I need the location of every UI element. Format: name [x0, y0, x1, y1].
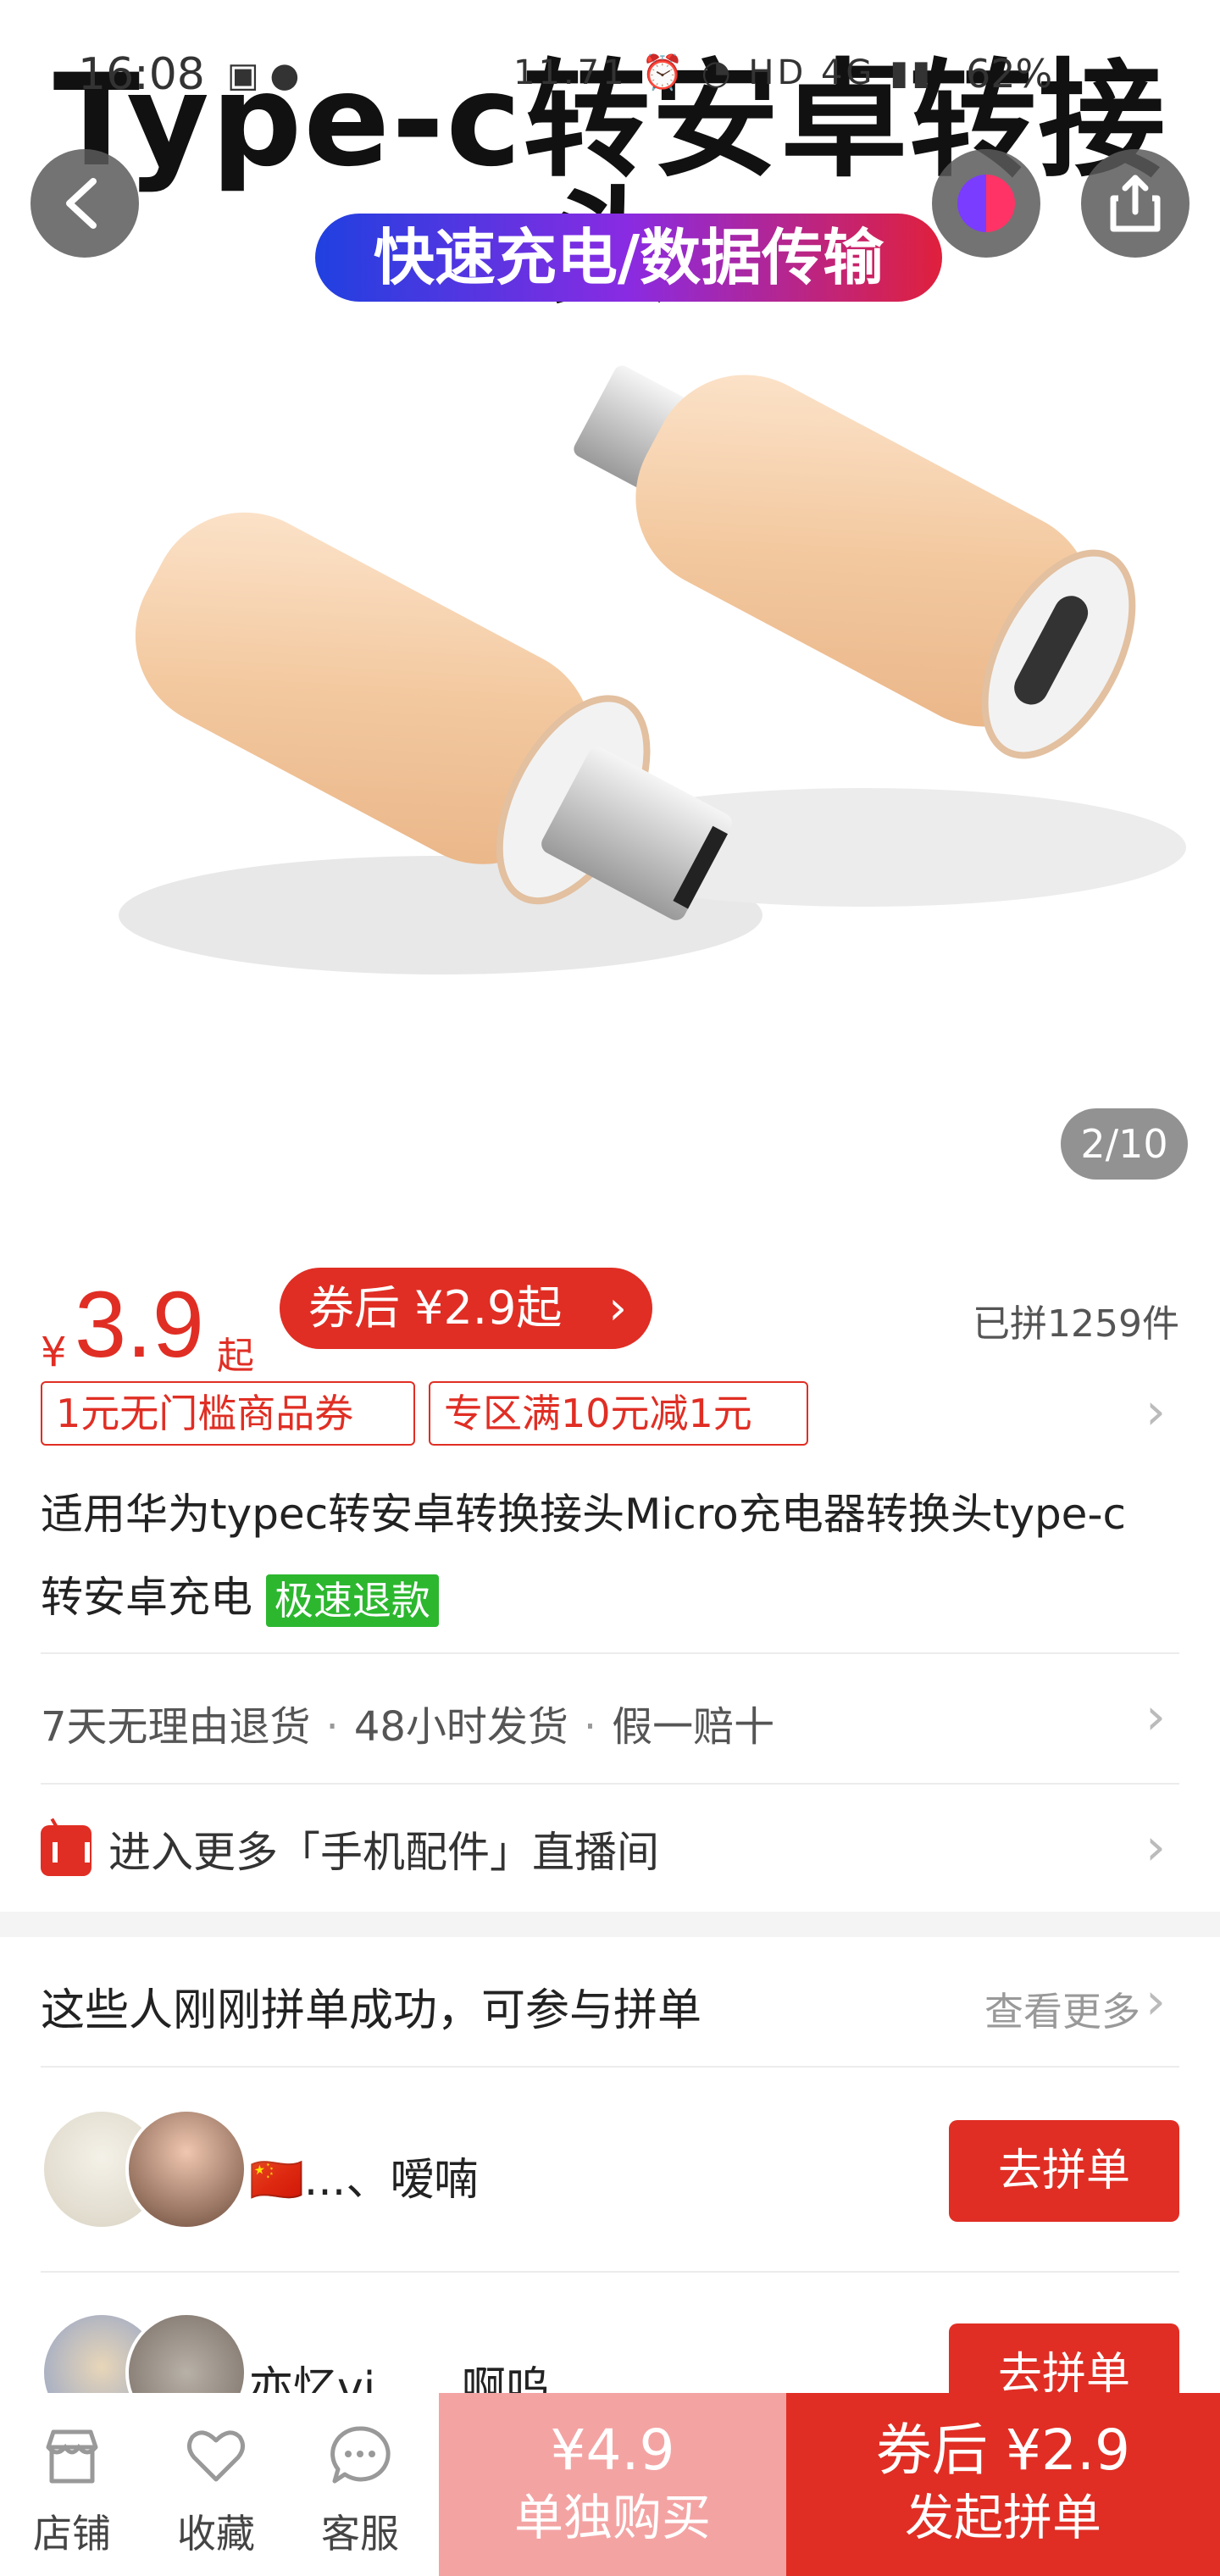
group-buy-row: 🇨🇳...、嗳喃 去拼单: [41, 2101, 1179, 2271]
service-item: 48小时发货: [353, 1703, 568, 1751]
status-time: 16:08: [78, 49, 205, 100]
solo-price: ¥4.9: [550, 2418, 675, 2483]
service-item: 7天无理由退货: [41, 1703, 311, 1751]
section-gap: [0, 1912, 1220, 1937]
chat-icon: [330, 2426, 391, 2484]
solo-action-label: 单独购买: [513, 2489, 711, 2546]
service-label: 客服: [321, 2511, 399, 2557]
refund-badge: 极速退款: [265, 1574, 439, 1627]
buy-alone-button[interactable]: ¥4.9 单独购买: [439, 2393, 786, 2576]
chevron-right-icon[interactable]: ›: [1145, 1691, 1166, 1742]
chevron-right-icon[interactable]: ›: [1145, 1386, 1166, 1437]
image-page-counter: 2/10: [1061, 1108, 1188, 1180]
divider: [41, 2271, 1179, 2273]
app-logo-icon: [957, 175, 1015, 232]
favorite-button[interactable]: 收藏: [144, 2393, 288, 2576]
share-icon: [1110, 175, 1161, 232]
status-network: 11.71 ⏰ ◔ HD 4G ▮▮: [513, 53, 934, 92]
favorite-label: 收藏: [177, 2511, 255, 2557]
product-image-carousel[interactable]: 16:08 ▣ ● 11.71 ⏰ ◔ HD 4G ▮▮ 62% Type-c转…: [0, 0, 1220, 1213]
group-action-label: 发起拼单: [904, 2489, 1101, 2546]
back-button[interactable]: [30, 149, 139, 258]
group-buy-names: 🇨🇳...、嗳喃: [249, 2155, 479, 2206]
group-price: 券后 ¥2.9: [876, 2418, 1130, 2483]
status-bar: 16:08 ▣ ● 11.71 ⏰ ◔ HD 4G ▮▮ 62%: [0, 0, 1220, 153]
service-guarantees[interactable]: 7天无理由退货 · 48小时发货 · 假一赔十: [41, 1693, 774, 1752]
price-suffix: 起: [217, 1335, 254, 1378]
product-title-text: 适用华为typec转安卓转换接头Micro充电器转换头type-c转安卓充电: [41, 1490, 1126, 1622]
promo-tag[interactable]: 1元无门槛商品券: [41, 1381, 415, 1446]
product-image-banner: 快速充电/数据传输: [315, 214, 942, 302]
service-separator: ·: [325, 1703, 339, 1751]
bottom-action-bar: 店铺 收藏 客服 ¥4.9 单独购买 券后 ¥2.9 发起拼单: [0, 2393, 1220, 2576]
promo-tag[interactable]: 专区满10元减1元: [429, 1381, 808, 1446]
live-icon: [41, 1825, 92, 1876]
service-item: 假一赔十: [612, 1703, 775, 1751]
store-button[interactable]: 店铺: [0, 2393, 144, 2576]
status-notification-icons: ▣ ●: [227, 56, 300, 95]
sold-count: 已拼1259件: [973, 1302, 1179, 1346]
back-icon: [66, 178, 97, 229]
price-amount: 3.9: [75, 1273, 204, 1377]
chevron-right-icon[interactable]: ›: [1145, 1976, 1166, 2027]
join-group-button[interactable]: 去拼单: [949, 2120, 1179, 2222]
store-icon: [46, 2429, 98, 2484]
coupon-price-label: 券后 ¥2.9起: [308, 1281, 563, 1335]
live-room-text: 进入更多「手机配件」直播间: [108, 1828, 659, 1877]
customer-service-button[interactable]: 客服: [288, 2393, 432, 2576]
network-type: HD 4G: [748, 53, 876, 92]
share-button[interactable]: [1081, 149, 1190, 258]
coupon-price-pill[interactable]: 券后 ¥2.9起 ›: [280, 1268, 652, 1349]
product-title: 适用华为typec转安卓转换接头Micro充电器转换头type-c转安卓充电 极…: [41, 1473, 1142, 1639]
network-speed: 11.71: [513, 53, 628, 92]
currency-symbol: ¥: [41, 1329, 67, 1376]
product-illustration: [119, 365, 1186, 974]
group-buy-heading: 这些人刚刚拼单成功，可参与拼单: [41, 1985, 702, 2036]
heart-icon: [187, 2430, 245, 2482]
avatar: [125, 2108, 247, 2230]
see-more-link[interactable]: 查看更多: [984, 1981, 1140, 2037]
battery-level: 62%: [966, 51, 1053, 97]
store-label: 店铺: [33, 2511, 111, 2557]
chevron-right-icon[interactable]: ›: [1145, 1822, 1166, 1873]
divider: [41, 1652, 1179, 1654]
divider: [41, 2066, 1179, 2068]
start-group-buy-button[interactable]: 券后 ¥2.9 发起拼单: [786, 2393, 1220, 2576]
service-separator: ·: [583, 1703, 597, 1751]
app-shortcut-button[interactable]: [932, 149, 1040, 258]
chevron-right-icon: ›: [608, 1281, 627, 1335]
divider: [41, 1783, 1179, 1785]
